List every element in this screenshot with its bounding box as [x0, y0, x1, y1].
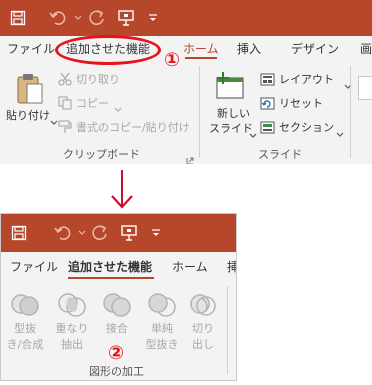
reset-icon: [260, 95, 275, 114]
tab-insert[interactable]: 挿入: [237, 36, 261, 62]
shape-intersect-label-2: 抽出: [61, 338, 83, 351]
customize-qat-icon[interactable]: [144, 0, 162, 36]
save-icon[interactable]: [4, 0, 32, 36]
step-number-1: ①: [163, 49, 181, 71]
layout-button[interactable]: レイアウト: [260, 70, 370, 90]
format-painter-button[interactable]: 書式のコピー/貼り付け: [58, 118, 198, 136]
new-slide-icon: [215, 72, 247, 104]
group-divider: [199, 66, 200, 158]
redo-icon[interactable]: [84, 0, 110, 36]
paste-label: 貼り付け: [6, 109, 50, 122]
redo-icon[interactable]: [88, 214, 112, 252]
section-dropdown-icon[interactable]: [336, 123, 344, 142]
shape-intersect-icon: [57, 290, 87, 320]
tab-more[interactable]: 画: [360, 36, 372, 62]
active-tab-indicator: [185, 57, 217, 59]
highlight-ellipse: [55, 35, 161, 65]
new-slide-dropdown-icon[interactable]: [249, 124, 257, 143]
tab-design[interactable]: デザイン: [291, 36, 339, 62]
ribbon-home: 貼り付け 切り取り コピー 書式のコピー/貼り付け クリップボード 新しい スラ…: [0, 62, 372, 164]
shape-edit-group-label: 図形の加工: [89, 365, 144, 378]
cut-button[interactable]: 切り取り: [58, 70, 178, 88]
save-icon[interactable]: [5, 214, 33, 252]
copy-button[interactable]: コピー: [58, 94, 178, 112]
presentation-icon[interactable]: [116, 214, 142, 252]
tab-file[interactable]: ファイル: [7, 36, 55, 62]
shape-combine-icon: [102, 290, 132, 320]
shape-union-label-2: き/合成: [6, 338, 44, 351]
reset-button[interactable]: リセット: [260, 94, 370, 112]
undo-dropdown-icon[interactable]: [76, 214, 88, 252]
customize-qat-icon[interactable]: [147, 214, 165, 252]
clipboard-group-label: クリップボード: [63, 148, 140, 161]
down-arrow-icon: [107, 168, 137, 214]
shape-union-label-1: 型抜: [14, 322, 36, 335]
clipboard-launcher-icon[interactable]: [186, 150, 194, 164]
shape-union-icon: [10, 290, 40, 320]
step-number-2: ②: [107, 342, 125, 364]
shape-merge-button-union[interactable]: 型抜 き/合成: [3, 286, 47, 356]
shape-subtract-label-2: 型抜き: [145, 338, 179, 351]
slides-group-label: スライド: [258, 148, 302, 161]
layout-icon: [260, 71, 275, 90]
paste-icon: [16, 72, 44, 110]
tab-insert[interactable]: 挿入: [227, 252, 236, 282]
shape-fragment-icon: [188, 290, 218, 320]
copy-icon: [58, 95, 72, 114]
shape-subtract-label-1: 単純: [151, 322, 173, 335]
format-painter-label: 書式のコピー/貼り付け: [76, 121, 190, 134]
undo-icon[interactable]: [50, 214, 76, 252]
section-label: セクション: [279, 121, 334, 134]
top-powerpoint-window: ファイル 追加させた機能 ホーム 挿入 デザイン 画 貼り付け 切り取り コピー…: [0, 0, 372, 164]
group-divider: [227, 286, 228, 374]
copy-label: コピー: [76, 97, 109, 110]
shape-merge-button-intersect[interactable]: 重なり 抽出: [52, 286, 92, 356]
copy-dropdown-icon[interactable]: [114, 98, 122, 117]
shape-intersect-label-1: 重なり: [55, 322, 89, 335]
paste-dropdown-icon[interactable]: [50, 111, 58, 130]
format-painter-icon: [58, 119, 72, 138]
title-bar: [0, 0, 372, 36]
shape-fragment-label-1: 切り: [192, 322, 214, 335]
paste-button[interactable]: 貼り付け: [6, 66, 58, 130]
shape-fragment-label-2: 出し: [192, 338, 214, 351]
scissors-icon: [58, 71, 72, 90]
cut-label: 切り取り: [76, 73, 120, 86]
section-button[interactable]: セクション: [260, 118, 370, 138]
shape-subtract-icon: [147, 290, 177, 320]
section-icon: [260, 119, 275, 138]
tab-home[interactable]: ホーム: [172, 252, 208, 282]
shape-combine-label-1: 接合: [106, 322, 128, 335]
bottom-powerpoint-window: ファイル 追加させた機能 ホーム 挿入 型抜 き/合成 重なり 抽出 接合 単純…: [0, 213, 237, 381]
shape-merge-button-subtract[interactable]: 単純 型抜き: [142, 286, 182, 356]
font-box-partial[interactable]: [358, 76, 372, 100]
ribbon-tabs: ファイル 追加させた機能 ホーム 挿入: [1, 252, 236, 282]
reset-label: リセット: [279, 97, 323, 110]
group-divider: [350, 66, 351, 158]
tab-file[interactable]: ファイル: [10, 252, 58, 282]
new-slide-label-line2: スライド: [209, 122, 253, 135]
active-tab-indicator: [68, 277, 154, 279]
title-bar: [1, 214, 236, 252]
undo-icon[interactable]: [44, 0, 72, 36]
new-slide-button[interactable]: 新しい スライド: [207, 68, 257, 143]
undo-dropdown-icon[interactable]: [72, 0, 84, 36]
shape-merge-button-fragment[interactable]: 切り 出し: [185, 286, 221, 356]
new-slide-label-line1: 新しい: [217, 107, 250, 120]
presentation-icon[interactable]: [113, 0, 139, 36]
layout-label: レイアウト: [279, 73, 334, 86]
